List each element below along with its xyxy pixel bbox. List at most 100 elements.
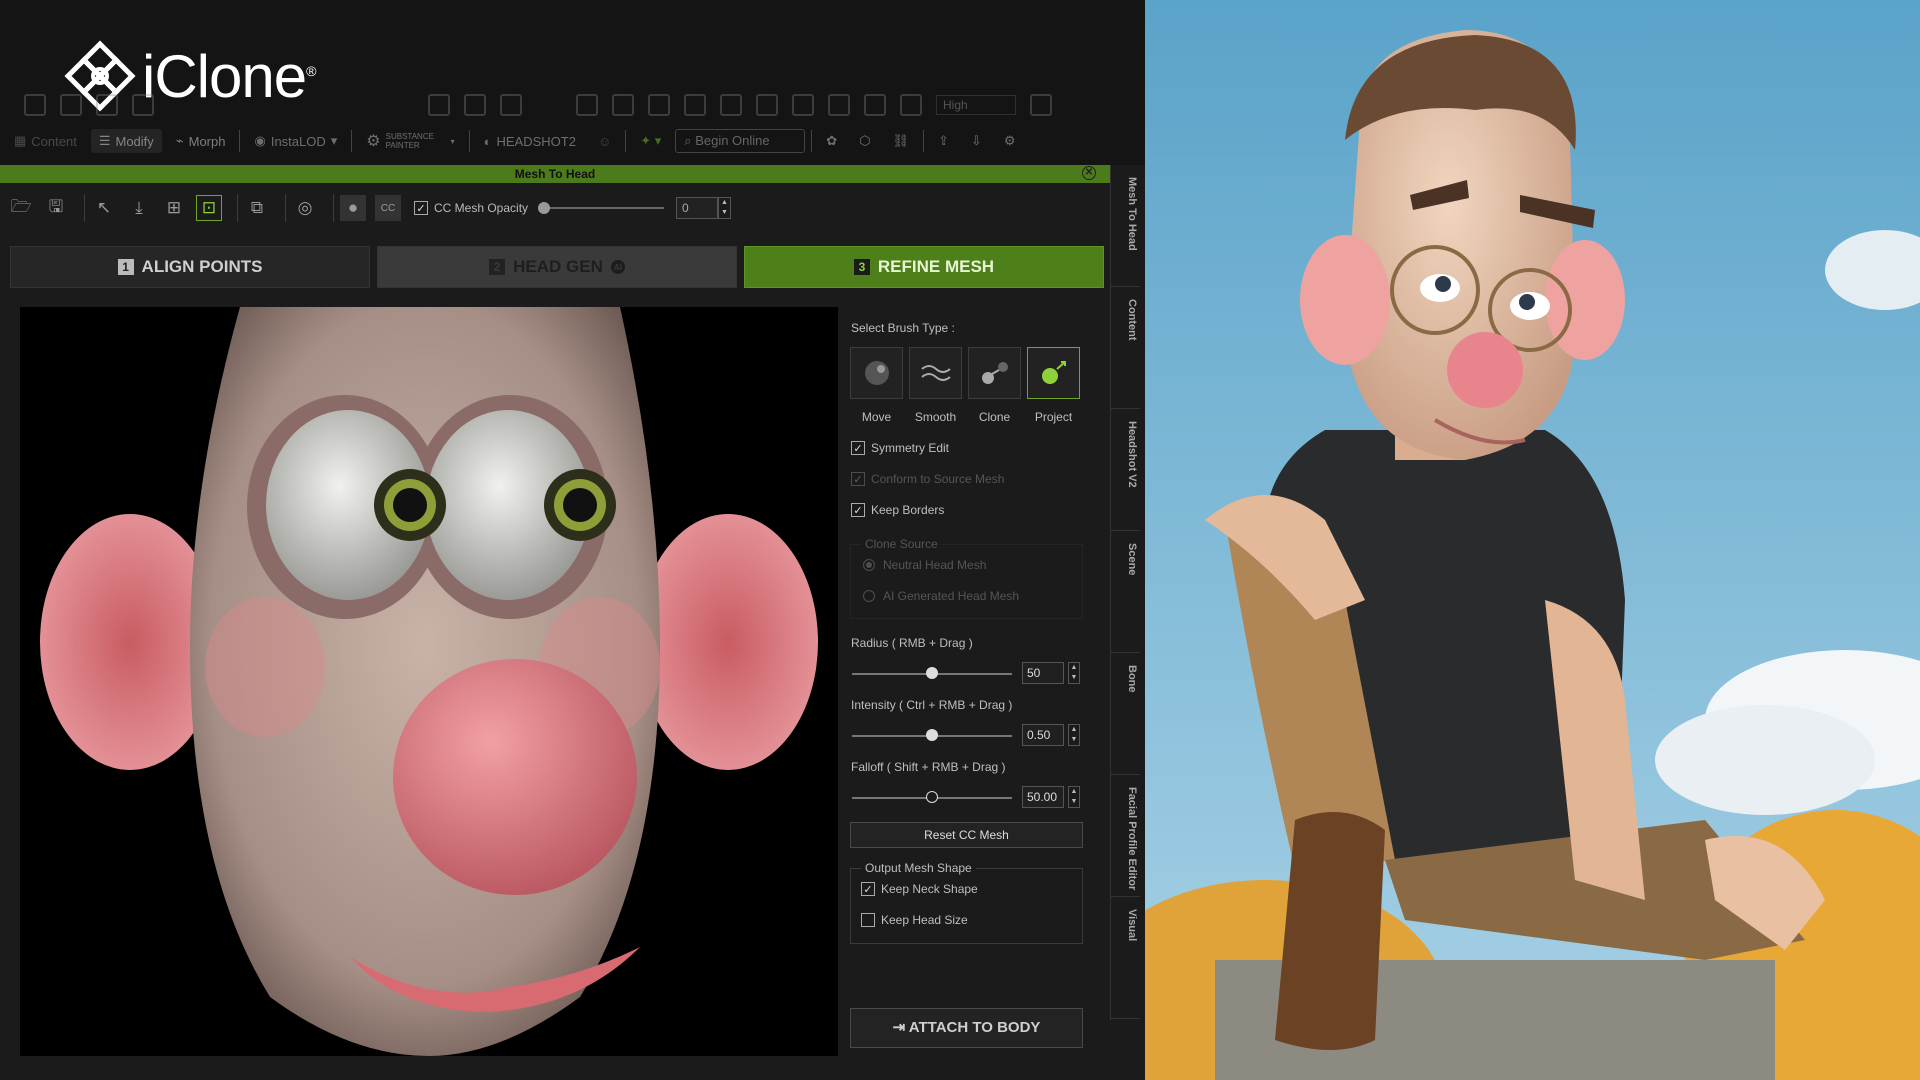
move-brush-button[interactable] xyxy=(850,347,903,399)
slider-handle[interactable] xyxy=(926,729,938,741)
quality-select[interactable]: High xyxy=(936,95,1016,115)
instalod-button[interactable]: ◉ InstaLOD ▾ xyxy=(246,129,345,153)
head-mask-icon[interactable]: ● xyxy=(340,195,366,221)
import-icon[interactable] xyxy=(132,94,154,116)
cc-mesh-opacity-value[interactable]: 0 xyxy=(676,197,719,219)
slider-handle[interactable] xyxy=(538,202,551,214)
conform-source-checkbox[interactable]: ✓ xyxy=(851,472,865,486)
conform-source-option[interactable]: ✓ Conform to Source Mesh xyxy=(851,472,1004,486)
reset-cc-mesh-button[interactable]: Reset CC Mesh xyxy=(850,822,1083,848)
step-refine-mesh[interactable]: 3 REFINE MESH xyxy=(744,246,1104,288)
keep-borders-checkbox[interactable]: ✓ xyxy=(851,503,865,517)
open-icon[interactable] xyxy=(60,94,82,116)
spin-arrows[interactable]: ▲ ▼ xyxy=(718,197,731,219)
upload-icon[interactable]: ⇪ xyxy=(930,129,957,153)
neutral-head-radio[interactable]: Neutral Head Mesh xyxy=(863,558,986,572)
new-icon[interactable] xyxy=(24,94,46,116)
face-icon[interactable]: ☺ xyxy=(590,130,619,153)
slider-handle[interactable] xyxy=(926,667,938,679)
tab-facial-profile[interactable]: Facial Profile Editor xyxy=(1111,775,1140,897)
plugin-icon[interactable]: ✦ ▾ xyxy=(632,129,669,153)
keep-neck-checkbox[interactable]: ✓ xyxy=(861,882,875,896)
undo-icon[interactable] xyxy=(500,94,522,116)
layers-icon[interactable]: ⧉ xyxy=(244,195,270,221)
gear-icon[interactable]: ⚙ xyxy=(996,129,1024,153)
symmetry-edit-checkbox[interactable]: ✓ xyxy=(851,441,865,455)
tab-content[interactable]: Content xyxy=(1111,287,1140,409)
falloff-value[interactable]: 50.00 xyxy=(1022,786,1064,808)
tab-bone[interactable]: Bone xyxy=(1111,653,1140,775)
home-icon[interactable] xyxy=(756,94,778,116)
morph-button[interactable]: ⌁ Morph xyxy=(168,129,234,153)
falloff-spin-arrows[interactable]: ▲ ▼ xyxy=(1068,786,1080,808)
tab-visual[interactable]: Visual xyxy=(1111,897,1140,1019)
refine-icon[interactable]: ⊡ xyxy=(196,195,222,221)
modify-button[interactable]: ☰ Modify xyxy=(90,129,162,153)
tab-mesh-to-head[interactable]: Mesh To Head xyxy=(1111,165,1140,287)
cube-icon[interactable]: ⬡ xyxy=(851,129,878,153)
keep-head-option[interactable]: Keep Head Size xyxy=(861,913,968,927)
step-head-gen[interactable]: 2 HEAD GEN AI xyxy=(377,246,737,288)
search-input[interactable]: ⌕ Begin Online xyxy=(675,129,806,153)
link-icon[interactable]: ⛓ xyxy=(885,129,918,153)
keep-neck-option[interactable]: ✓ Keep Neck Shape xyxy=(861,882,978,896)
substance-button[interactable]: ⚙ SUBSTANCE PAINTER ▾ xyxy=(358,128,462,154)
smart-icon[interactable]: ✿ xyxy=(818,129,845,153)
smooth-brush-button[interactable] xyxy=(909,347,962,399)
intensity-slider[interactable] xyxy=(852,729,1012,741)
layout-icon[interactable] xyxy=(900,94,922,116)
cc-mesh-opacity-slider[interactable] xyxy=(538,202,665,214)
folder-open-icon[interactable]: 🗁 xyxy=(8,195,34,221)
project-brush-button[interactable] xyxy=(1027,347,1080,399)
select-icon[interactable] xyxy=(576,94,598,116)
pointer-icon[interactable]: ↖ xyxy=(91,195,117,221)
light-icon[interactable] xyxy=(1030,94,1052,116)
radius-slider[interactable] xyxy=(852,667,1012,679)
toolbar-separator xyxy=(923,130,925,152)
move-icon[interactable] xyxy=(612,94,634,116)
tab-headshot[interactable]: Headshot V2 xyxy=(1111,409,1140,531)
keep-head-checkbox[interactable] xyxy=(861,913,875,927)
radio-button[interactable] xyxy=(863,590,875,602)
tab-scene[interactable]: Scene xyxy=(1111,531,1140,653)
add-point-icon[interactable]: ⊞ xyxy=(161,195,187,221)
clone-source-group: Clone Source Neutral Head Mesh AI Genera… xyxy=(850,537,1083,619)
pick-icon[interactable] xyxy=(792,94,814,116)
export-icon[interactable] xyxy=(428,94,450,116)
radio-label: AI Generated Head Mesh xyxy=(883,589,1020,603)
clone-brush-button[interactable] xyxy=(968,347,1021,399)
symmetry-edit-option[interactable]: ✓ Symmetry Edit xyxy=(851,441,949,455)
headshot-button[interactable]: ◐ HEADSHOT2 xyxy=(476,130,584,153)
render-icon[interactable] xyxy=(464,94,486,116)
radius-value[interactable]: 50 xyxy=(1022,662,1064,684)
head-viewport[interactable] xyxy=(20,307,838,1056)
scale-icon[interactable] xyxy=(684,94,706,116)
intensity-value[interactable]: 0.50 xyxy=(1022,724,1064,746)
save-icon[interactable]: 🖫 xyxy=(43,195,69,221)
attach-to-body-button[interactable]: ⇥ ATTACH TO BODY xyxy=(850,1008,1083,1048)
align-icon[interactable] xyxy=(828,94,850,116)
intensity-spin-arrows[interactable]: ▲ ▼ xyxy=(1068,724,1080,746)
camera-focus-icon[interactable]: ◎ xyxy=(292,195,318,221)
close-icon[interactable]: ✕ xyxy=(1082,166,1096,180)
download-icon[interactable]: ⇩ xyxy=(963,129,990,153)
rotate-icon[interactable] xyxy=(648,94,670,116)
falloff-slider[interactable] xyxy=(852,791,1012,803)
radius-spin-arrows[interactable]: ▲ ▼ xyxy=(1068,662,1080,684)
ai-head-radio[interactable]: AI Generated Head Mesh xyxy=(863,589,1019,603)
top-toolbar-area: iClone® High ▦ Content ☰ Modify ⌁ Morph … xyxy=(0,0,1145,165)
keep-borders-option[interactable]: ✓ Keep Borders xyxy=(851,503,944,517)
cc-mesh-opacity-checkbox[interactable]: ✓ xyxy=(414,201,428,215)
save-icon[interactable] xyxy=(96,94,118,116)
snap-icon[interactable] xyxy=(720,94,742,116)
keep-borders-label: Keep Borders xyxy=(871,503,945,517)
radio-button[interactable] xyxy=(863,559,875,571)
cc-head-icon[interactable]: CC xyxy=(375,195,401,221)
content-button[interactable]: ▦ Content xyxy=(6,129,85,153)
slider-handle[interactable] xyxy=(926,791,938,803)
toolbar-separator xyxy=(625,130,627,152)
step-align-points[interactable]: 1 ALIGN POINTS xyxy=(10,246,370,288)
tab-label: Mesh To Head xyxy=(1126,177,1138,251)
grid-icon[interactable] xyxy=(864,94,886,116)
pin-icon[interactable]: ⤓ xyxy=(126,195,152,221)
